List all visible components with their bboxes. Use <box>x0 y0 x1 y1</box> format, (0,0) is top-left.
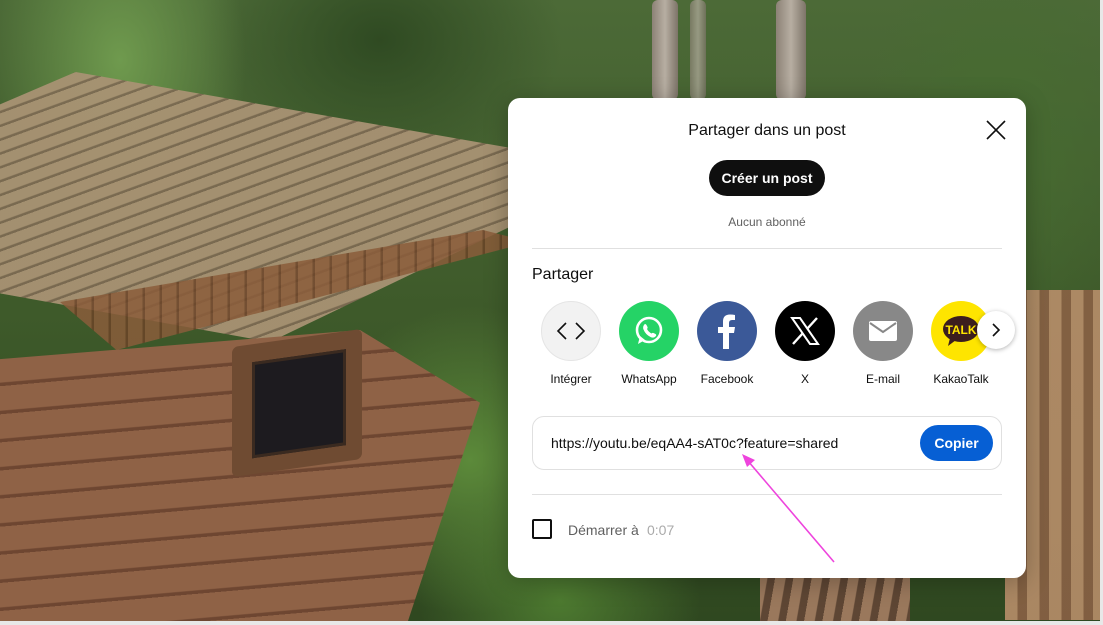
share-whatsapp-button[interactable]: WhatsApp <box>614 301 684 386</box>
share-next-button[interactable] <box>977 311 1015 349</box>
start-at-label: Démarrer à <box>568 522 639 538</box>
embed-icon <box>541 301 601 361</box>
share-targets-row: Intégrer WhatsApp Facebook X E-mail TALK… <box>536 301 1002 391</box>
tree-trunk <box>776 0 806 100</box>
screen: Partager dans un post Créer un post Aucu… <box>0 0 1103 625</box>
share-target-label: X <box>800 372 809 386</box>
start-at-checkbox[interactable] <box>532 519 552 539</box>
subscriber-count: Aucun abonné <box>728 215 806 229</box>
tree-trunk <box>652 0 678 100</box>
share-dialog: Partager dans un post Créer un post Aucu… <box>508 98 1026 578</box>
chevron-right-icon <box>992 323 1001 337</box>
close-button[interactable] <box>982 116 1010 144</box>
share-x-button[interactable]: X <box>770 301 840 386</box>
share-target-label: Facebook <box>700 372 754 386</box>
share-url[interactable]: https://youtu.be/eqAA4-sAT0c?feature=sha… <box>551 435 838 451</box>
close-icon <box>986 120 1006 140</box>
share-facebook-button[interactable]: Facebook <box>692 301 762 386</box>
treehouse-window-pane <box>252 349 346 459</box>
share-target-label: WhatsApp <box>621 372 677 386</box>
dialog-title: Partager dans un post <box>688 122 846 139</box>
divider <box>532 494 1002 495</box>
share-embed-button[interactable]: Intégrer <box>536 301 606 386</box>
share-target-label: KakaoTalk <box>933 372 989 386</box>
share-target-label: E-mail <box>865 372 900 386</box>
x-icon <box>775 301 835 361</box>
tree-trunk <box>690 0 706 100</box>
copy-button[interactable]: Copier <box>920 425 993 461</box>
frame-border-bottom <box>0 621 1103 625</box>
share-email-button[interactable]: E-mail <box>848 301 918 386</box>
treehouse-window <box>232 328 362 478</box>
start-at-time[interactable]: 0:07 <box>647 522 674 538</box>
whatsapp-icon <box>619 301 679 361</box>
share-url-box: https://youtu.be/eqAA4-sAT0c?feature=sha… <box>532 416 1002 470</box>
facebook-icon <box>697 301 757 361</box>
divider <box>532 248 1002 249</box>
kakaotalk-badge: TALK <box>945 323 976 337</box>
create-post-button[interactable]: Créer un post <box>709 160 825 196</box>
email-icon <box>853 301 913 361</box>
share-section-title: Partager <box>532 266 594 283</box>
share-target-label: Intégrer <box>550 372 592 386</box>
